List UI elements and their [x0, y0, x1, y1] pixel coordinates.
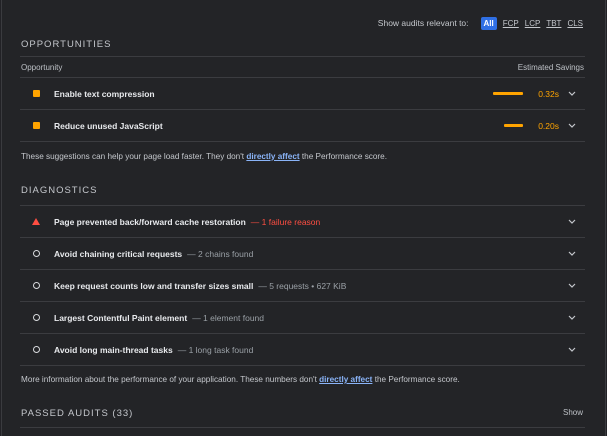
directly-affect-link[interactable]: directly affect	[246, 152, 299, 161]
filter-label: Show audits relevant to:	[377, 18, 469, 28]
audit-title: Largest Contentful Paint element	[54, 312, 188, 323]
chevron-down-icon[interactable]	[567, 249, 577, 259]
filter-lcp-link[interactable]: LCP	[525, 19, 541, 28]
savings-value: 0.32s	[538, 88, 559, 99]
fail-triangle-icon	[30, 218, 42, 225]
audit-title: Reduce unused JavaScript	[54, 120, 163, 131]
chevron-down-icon[interactable]	[567, 121, 577, 131]
divider	[20, 141, 585, 142]
chevron-down-icon[interactable]	[567, 89, 577, 99]
chevron-down-icon[interactable]	[567, 281, 577, 291]
warning-square-icon	[30, 122, 42, 129]
directly-affect-link[interactable]: directly affect	[319, 375, 372, 384]
diagnostic-row-long-tasks[interactable]: Avoid long main-thread tasks — 1 long ta…	[20, 334, 585, 365]
opportunity-row-unused-js[interactable]: Reduce unused JavaScript 0.20s	[20, 110, 585, 141]
passed-audits-heading[interactable]: PASSED AUDITS (33)	[21, 408, 133, 419]
audit-title: Page prevented back/forward cache restor…	[54, 216, 246, 227]
diagnostics-note: More information about the performance o…	[21, 375, 460, 384]
audit-title: Keep request counts low and transfer siz…	[54, 280, 254, 291]
note-text: the Performance score.	[374, 375, 460, 384]
diagnostic-row-request-counts[interactable]: Keep request counts low and transfer siz…	[20, 270, 585, 301]
opportunity-col-label: Opportunity	[21, 63, 63, 72]
diagnostics-heading: DIAGNOSTICS	[21, 185, 98, 196]
opportunity-column-header: Opportunity Estimated Savings	[21, 63, 584, 72]
divider	[20, 365, 585, 366]
info-circle-icon	[30, 282, 42, 289]
diagnostic-row-critical-requests[interactable]: Avoid chaining critical requests — 2 cha…	[20, 238, 585, 269]
warning-square-icon	[30, 90, 42, 97]
opportunity-row-text-compression[interactable]: Enable text compression 0.32s	[20, 78, 585, 109]
diagnostic-row-bfcache[interactable]: Page prevented back/forward cache restor…	[20, 206, 585, 237]
chevron-down-icon[interactable]	[567, 313, 577, 323]
audit-filter-bar: Show audits relevant to: All FCP LCP TBT…	[378, 16, 583, 30]
note-text: the Performance score.	[301, 152, 387, 161]
info-circle-icon	[30, 250, 42, 257]
chevron-down-icon[interactable]	[567, 345, 577, 355]
audit-title: Enable text compression	[54, 88, 155, 99]
filter-fcp-link[interactable]: FCP	[503, 19, 519, 28]
audit-detail: — 1 element found	[192, 312, 265, 323]
filter-tbt-link[interactable]: TBT	[546, 19, 561, 28]
divider	[20, 427, 585, 428]
info-circle-icon	[30, 314, 42, 321]
show-passed-audits-button[interactable]: Show	[563, 408, 583, 417]
savings-col-label: Estimated Savings	[517, 63, 584, 72]
savings-bar	[493, 92, 523, 95]
filter-all-chip[interactable]: All	[480, 16, 497, 30]
audit-detail: — 5 requests • 627 KiB	[258, 280, 347, 291]
audit-detail: — 2 chains found	[187, 248, 254, 259]
divider	[20, 56, 585, 57]
audit-detail: — 1 long task found	[177, 344, 254, 355]
savings-value: 0.20s	[538, 120, 559, 131]
audit-title: Avoid long main-thread tasks	[54, 344, 173, 355]
chevron-down-icon[interactable]	[567, 217, 577, 227]
audit-detail: — 1 failure reason	[250, 216, 321, 227]
info-circle-icon	[30, 346, 42, 353]
filter-cls-link[interactable]: CLS	[567, 19, 583, 28]
note-text: More information about the performance o…	[21, 375, 317, 384]
opportunities-note: These suggestions can help your page loa…	[21, 152, 387, 161]
opportunities-heading: OPPORTUNITIES	[21, 39, 112, 50]
savings-bar	[504, 124, 523, 127]
audit-panel: Show audits relevant to: All FCP LCP TBT…	[1, 0, 606, 436]
note-text: These suggestions can help your page loa…	[21, 152, 245, 161]
diagnostic-row-lcp-element[interactable]: Largest Contentful Paint element — 1 ele…	[20, 302, 585, 333]
audit-title: Avoid chaining critical requests	[54, 248, 183, 259]
